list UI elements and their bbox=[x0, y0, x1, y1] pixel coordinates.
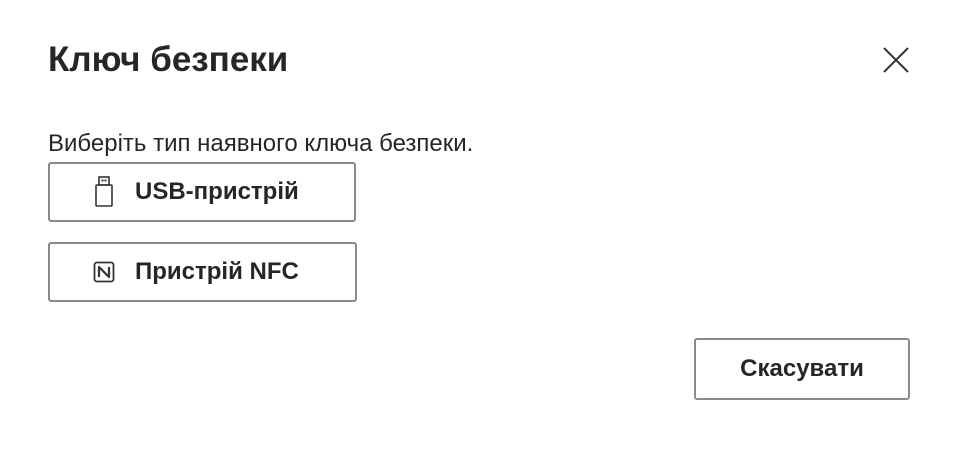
nfc-icon bbox=[92, 256, 116, 288]
security-key-dialog: Ключ безпеки Виберіть тип наявного ключа… bbox=[0, 0, 957, 449]
usb-device-button[interactable]: USB-пристрій bbox=[48, 162, 356, 222]
dialog-subtitle: Виберіть тип наявного ключа безпеки. bbox=[48, 130, 474, 157]
close-icon bbox=[882, 46, 910, 79]
usb-device-label: USB-пристрій bbox=[135, 178, 299, 205]
cancel-button[interactable]: Скасувати bbox=[694, 338, 910, 400]
nfc-device-button[interactable]: Пристрій NFC bbox=[48, 242, 357, 302]
close-button[interactable] bbox=[874, 40, 918, 84]
dialog-title: Ключ безпеки bbox=[48, 40, 289, 79]
usb-drive-icon bbox=[92, 176, 116, 208]
nfc-device-label: Пристрій NFC bbox=[135, 258, 299, 285]
